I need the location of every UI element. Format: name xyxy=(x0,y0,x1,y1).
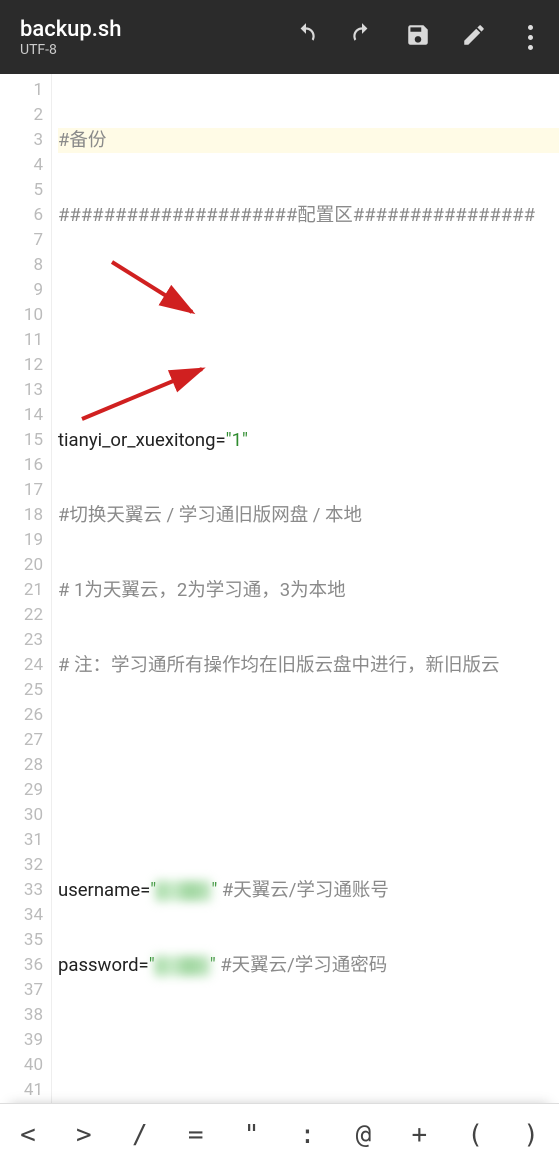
undo-icon[interactable] xyxy=(293,22,319,52)
toolbar: backup.sh UTF-8 xyxy=(0,0,559,74)
symbol-bar: < > / = " : @ + ( ) xyxy=(0,1103,559,1165)
line-gutter: 12345678910 11121314151617181920 2122232… xyxy=(0,74,52,1103)
sym-key[interactable]: ) xyxy=(503,1120,559,1150)
edit-icon[interactable] xyxy=(461,22,487,52)
title-area: backup.sh UTF-8 xyxy=(20,17,293,58)
redacted-password xyxy=(155,956,210,976)
sym-key[interactable]: @ xyxy=(335,1120,391,1150)
sym-key[interactable]: + xyxy=(391,1120,447,1150)
redacted-username xyxy=(156,881,211,901)
sym-key[interactable]: ( xyxy=(447,1120,503,1150)
sym-key[interactable]: = xyxy=(168,1120,224,1150)
code-text: tianyi_or_xuexitong xyxy=(58,429,216,451)
sym-key[interactable]: < xyxy=(0,1120,56,1150)
encoding-label: UTF-8 xyxy=(20,42,293,58)
save-icon[interactable] xyxy=(405,22,431,52)
editor-area[interactable]: 12345678910 11121314151617181920 2122232… xyxy=(0,74,559,1103)
overflow-menu-icon[interactable] xyxy=(517,24,543,50)
sym-key[interactable]: : xyxy=(280,1120,336,1150)
sym-key[interactable]: > xyxy=(56,1120,112,1150)
code-text: #备份 xyxy=(58,129,106,151)
code-text: #####################配置区################ xyxy=(58,204,535,226)
code-content[interactable]: #备份 #####################配置区############… xyxy=(52,74,559,1103)
sym-key[interactable]: " xyxy=(224,1120,280,1150)
sym-key[interactable]: / xyxy=(112,1120,168,1150)
toolbar-actions xyxy=(293,22,543,52)
redo-icon[interactable] xyxy=(349,22,375,52)
file-title: backup.sh xyxy=(20,17,293,42)
